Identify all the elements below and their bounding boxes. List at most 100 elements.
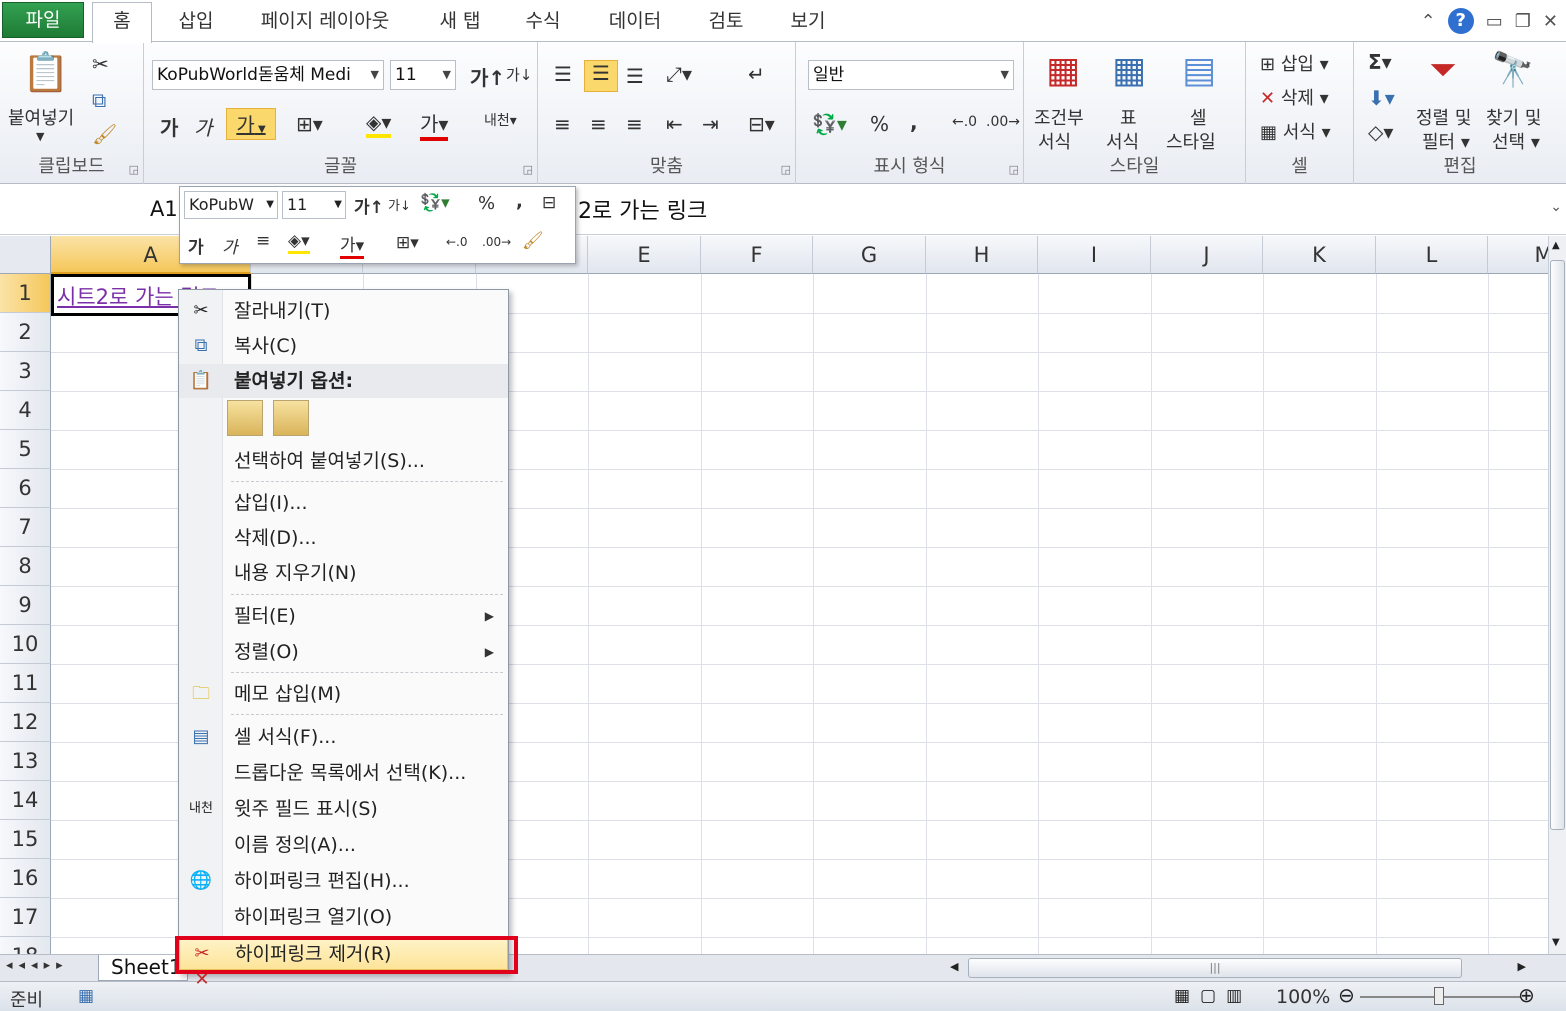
tab-data[interactable]: 데이터: [598, 6, 672, 42]
column-header-M[interactable]: M: [1488, 236, 1548, 274]
menu-item-define-name[interactable]: 이름 정의(A)...: [179, 828, 508, 862]
paste-button-label[interactable]: 붙여넣기: [8, 104, 74, 130]
row-header-13[interactable]: 13: [0, 742, 51, 781]
mini-grow-font-icon[interactable]: 가↑: [354, 193, 384, 218]
menu-item-copy[interactable]: ⧉ 복사(C): [179, 329, 508, 363]
menu-item-pick-from-dropdown[interactable]: 드롭다운 목록에서 선택(K)...: [179, 756, 508, 790]
row-header-4[interactable]: 4: [0, 391, 51, 430]
row-header-14[interactable]: 14: [0, 781, 51, 820]
menu-item-format-cells[interactable]: ▤ 셀 서식(F)...: [179, 720, 508, 754]
conditional-format-icon[interactable]: ▦: [1038, 50, 1088, 100]
ribbon-collapse-icon[interactable]: ⌃: [1421, 11, 1436, 32]
row-header-8[interactable]: 8: [0, 547, 51, 586]
decrease-decimal-icon[interactable]: .00→: [986, 114, 1020, 130]
bold-button[interactable]: 가: [160, 112, 178, 141]
menu-item-remove-hyperlink[interactable]: ✂✕ 하이퍼링크 제거(R): [179, 936, 508, 990]
formula-input[interactable]: 2로 가는 링크: [578, 193, 707, 225]
mini-shrink-font-icon[interactable]: 가↓: [388, 195, 411, 214]
tab-view[interactable]: 보기: [780, 6, 836, 42]
scroll-down-icon[interactable]: ▼: [1552, 937, 1560, 948]
merge-center-icon[interactable]: ⊟▾: [748, 112, 775, 136]
row-header-1[interactable]: 1: [0, 274, 51, 313]
row-header-12[interactable]: 12: [0, 703, 51, 742]
help-icon[interactable]: ?: [1447, 8, 1474, 34]
menu-item-clear-contents[interactable]: 내용 지우기(N): [179, 556, 508, 590]
select-all-corner[interactable]: [0, 236, 51, 274]
align-right-icon[interactable]: ≡: [626, 112, 643, 136]
row-header-11[interactable]: 11: [0, 664, 51, 703]
row-header-7[interactable]: 7: [0, 508, 51, 547]
cut-icon[interactable]: ✂: [92, 52, 109, 76]
column-header-I[interactable]: I: [1038, 236, 1151, 274]
menu-item-filter[interactable]: 필터(E) ▶: [179, 599, 508, 633]
format-painter-icon[interactable]: 🖌: [92, 122, 117, 146]
paste-dropdown-icon[interactable]: ▼: [36, 130, 44, 143]
grow-font-icon[interactable]: 가↑: [470, 62, 505, 91]
row-header-9[interactable]: 9: [0, 586, 51, 625]
row-header-5[interactable]: 5: [0, 430, 51, 469]
underline-button[interactable]: 가 ▼: [226, 108, 276, 140]
increase-indent-icon[interactable]: ⇥: [702, 112, 719, 136]
zoom-out-icon[interactable]: ⊖: [1338, 983, 1355, 1007]
column-header-F[interactable]: F: [701, 236, 813, 274]
tab-insert[interactable]: 삽입: [168, 6, 224, 42]
paste-icon[interactable]: 📋: [22, 50, 69, 100]
increase-decimal-icon[interactable]: ←.0: [952, 114, 977, 130]
column-header-J[interactable]: J: [1151, 236, 1263, 274]
menu-item-delete[interactable]: 삭제(D)...: [179, 521, 508, 555]
format-as-table-label-2[interactable]: 서식: [1106, 128, 1139, 154]
scroll-right-icon[interactable]: ▶: [1518, 960, 1526, 973]
tab-home[interactable]: 홈: [92, 2, 152, 43]
row-header-6[interactable]: 6: [0, 469, 51, 508]
mini-bold-icon[interactable]: 가: [188, 233, 204, 258]
mini-font-size-combo[interactable]: 11 ▼: [282, 191, 346, 219]
paste-option-values-icon[interactable]: [273, 400, 309, 436]
close-icon[interactable]: ✕: [1543, 11, 1558, 32]
comma-button[interactable]: ,: [910, 110, 918, 134]
tab-new[interactable]: 새 탭: [430, 6, 490, 42]
align-center-icon[interactable]: ≡: [590, 112, 607, 136]
align-left-icon[interactable]: ≡: [554, 112, 571, 136]
conditional-format-label-1[interactable]: 조건부: [1034, 104, 1084, 130]
vertical-scroll-thumb[interactable]: [1550, 260, 1565, 830]
font-launcher-icon[interactable]: ◲: [523, 163, 533, 176]
tab-formulas[interactable]: 수식: [515, 6, 571, 42]
menu-item-insert-comment[interactable]: 🗀 메모 삽입(M): [179, 677, 508, 711]
zoom-slider-thumb[interactable]: [1434, 987, 1444, 1005]
zoom-level[interactable]: 100%: [1276, 986, 1330, 1008]
view-mode-icons[interactable]: ▦▢▥: [1174, 986, 1252, 1006]
row-header-15[interactable]: 15: [0, 820, 51, 859]
row-header-10[interactable]: 10: [0, 625, 51, 664]
font-color-icon[interactable]: 가▾: [420, 108, 449, 141]
menu-item-edit-hyperlink[interactable]: 🌐 하이퍼링크 편집(H)...: [179, 864, 508, 898]
column-header-K[interactable]: K: [1263, 236, 1376, 274]
macro-record-icon[interactable]: ▦: [78, 986, 94, 1006]
mini-merge-icon[interactable]: ⊟: [542, 193, 556, 213]
menu-item-insert[interactable]: 삽입(I)...: [179, 486, 508, 520]
row-header-2[interactable]: 2: [0, 313, 51, 352]
find-select-label-1[interactable]: 찾기 및: [1486, 104, 1541, 130]
scroll-up-icon[interactable]: ▲: [1552, 240, 1560, 251]
column-header-E[interactable]: E: [588, 236, 701, 274]
name-box[interactable]: A1: [150, 197, 178, 221]
mini-font-name-combo[interactable]: KoPubW ▼: [184, 191, 278, 219]
number-format-combo[interactable]: 일반 ▼: [808, 60, 1014, 90]
menu-item-paste-special[interactable]: 선택하여 붙여넣기(S)...: [179, 444, 508, 478]
row-header-16[interactable]: 16: [0, 859, 51, 898]
find-select-icon[interactable]: 🔭: [1490, 50, 1536, 100]
horizontal-scrollbar[interactable]: ◀ ||| ▶: [928, 958, 1548, 978]
mini-border-icon[interactable]: ⊞▾: [396, 233, 419, 253]
tab-review[interactable]: 검토: [698, 6, 754, 42]
conditional-format-label-2[interactable]: 서식: [1038, 128, 1071, 154]
autosum-icon[interactable]: Σ▾: [1368, 50, 1392, 74]
tab-file[interactable]: 파일: [2, 2, 84, 38]
alignment-launcher-icon[interactable]: ◲: [781, 163, 791, 176]
format-as-table-label-1[interactable]: 표: [1120, 104, 1137, 130]
menu-item-sort[interactable]: 정렬(O) ▶: [179, 635, 508, 669]
mini-font-color-icon[interactable]: 가▾: [340, 231, 365, 259]
currency-icon[interactable]: 💱▾: [812, 112, 847, 136]
sort-filter-label-1[interactable]: 정렬 및: [1416, 104, 1471, 130]
sheet-navigation-icons[interactable]: ◂◂◂▸▸: [6, 958, 69, 973]
menu-item-cut[interactable]: ✂ 잘라내기(T): [179, 294, 508, 328]
expand-formula-icon[interactable]: ⌄: [1550, 199, 1562, 215]
